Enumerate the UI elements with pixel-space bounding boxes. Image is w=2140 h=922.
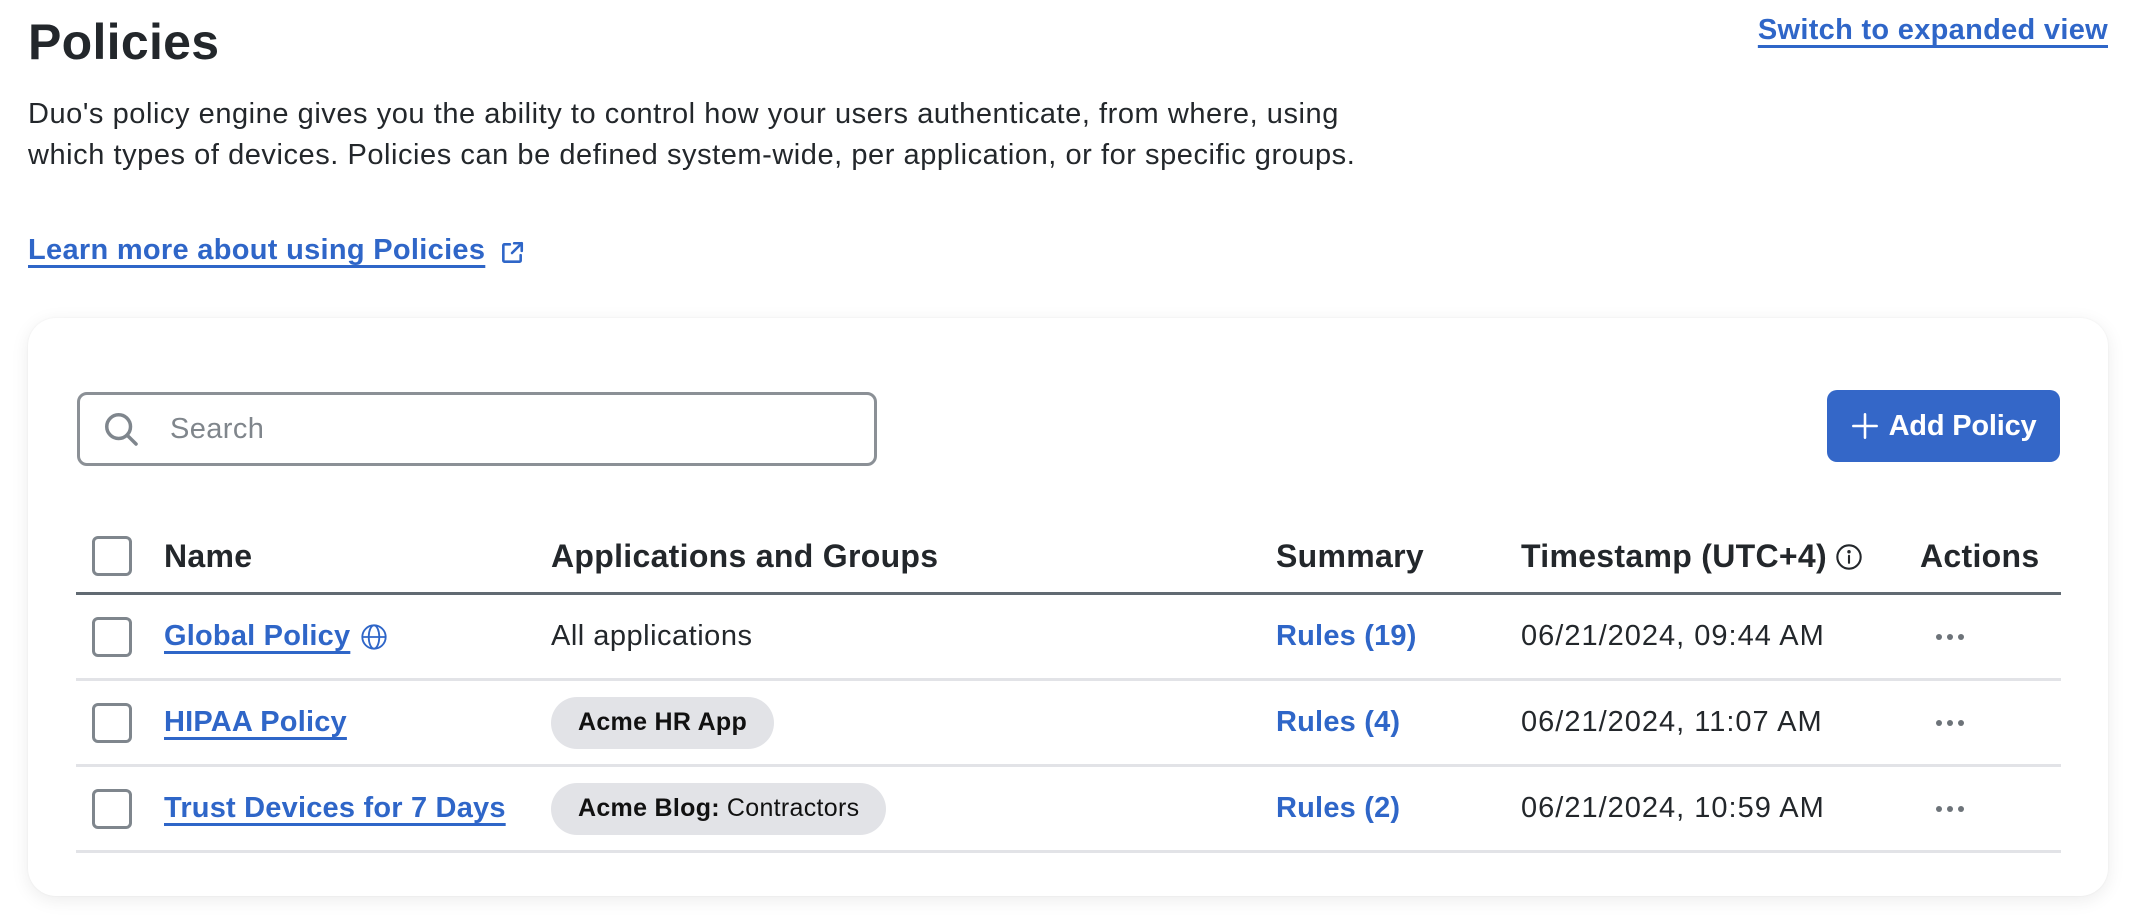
page-title: Policies bbox=[28, 14, 220, 70]
external-link-icon[interactable] bbox=[499, 237, 525, 263]
rules-link[interactable]: Rules (4) bbox=[1276, 706, 1400, 739]
select-all-checkbox[interactable] bbox=[92, 536, 132, 576]
column-header-timestamp: Timestamp (UTC+4) bbox=[1521, 520, 1863, 592]
timestamp: 06/21/2024, 10:59 AM bbox=[1521, 792, 1825, 824]
page-description: Duo's policy engine gives you the abilit… bbox=[28, 98, 1356, 171]
pill-application-name: Acme HR App bbox=[578, 708, 748, 736]
column-header-summary: Summary bbox=[1276, 537, 1424, 574]
row-checkbox[interactable] bbox=[92, 788, 132, 829]
switch-to-expanded-view-link[interactable]: Switch to expanded view bbox=[1758, 10, 2108, 50]
table-row: Trust Devices for 7 Days Acme Blog: Cont… bbox=[76, 767, 2061, 853]
learn-more-container: Learn more about using Policies bbox=[28, 230, 525, 270]
more-horizontal-icon[interactable] bbox=[1922, 622, 1978, 652]
more-horizontal-icon[interactable] bbox=[1922, 708, 1978, 738]
search-input[interactable] bbox=[168, 411, 852, 447]
more-horizontal-icon[interactable] bbox=[1922, 794, 1978, 824]
policy-name-link[interactable]: HIPAA Policy bbox=[164, 706, 347, 739]
table-header: Name Applications and Groups Summary Tim… bbox=[76, 520, 2061, 595]
policy-name-link[interactable]: Trust Devices for 7 Days bbox=[164, 792, 506, 825]
learn-more-link[interactable]: Learn more about using Policies bbox=[28, 230, 485, 270]
column-header-actions: Actions bbox=[1920, 537, 2040, 574]
plus-icon bbox=[1851, 412, 1879, 440]
info-icon[interactable] bbox=[1835, 542, 1863, 570]
row-checkbox[interactable] bbox=[92, 616, 132, 657]
search-field[interactable] bbox=[77, 392, 877, 466]
application-pill: Acme HR App bbox=[551, 696, 775, 749]
table-row: HIPAA Policy Acme HR App Rules (4) 06/21… bbox=[76, 681, 2061, 767]
policy-name-link[interactable]: Global Policy bbox=[164, 620, 350, 653]
globe-icon bbox=[360, 623, 388, 651]
search-icon bbox=[102, 410, 140, 448]
policies-table: Name Applications and Groups Summary Tim… bbox=[76, 520, 2061, 853]
row-checkbox[interactable] bbox=[92, 702, 132, 743]
applications-text: All applications bbox=[551, 620, 753, 652]
add-policy-label: Add Policy bbox=[1888, 409, 2037, 442]
rules-link[interactable]: Rules (19) bbox=[1276, 620, 1417, 653]
add-policy-button[interactable]: Add Policy bbox=[1827, 390, 2060, 462]
column-header-apps: Applications and Groups bbox=[551, 537, 939, 574]
timestamp: 06/21/2024, 09:44 AM bbox=[1521, 620, 1825, 652]
timestamp: 06/21/2024, 11:07 AM bbox=[1521, 706, 1823, 738]
pill-group-name: Contractors bbox=[726, 794, 860, 822]
pill-application-name: Acme Blog: bbox=[578, 794, 720, 822]
column-header-name[interactable]: Name bbox=[164, 520, 252, 592]
rules-link[interactable]: Rules (2) bbox=[1276, 792, 1400, 825]
timestamp-header-label[interactable]: Timestamp (UTC+4) bbox=[1521, 538, 1827, 575]
application-group-pill: Acme Blog: Contractors bbox=[551, 782, 887, 835]
table-row: Global Policy All applications Rules (19… bbox=[76, 595, 2061, 681]
